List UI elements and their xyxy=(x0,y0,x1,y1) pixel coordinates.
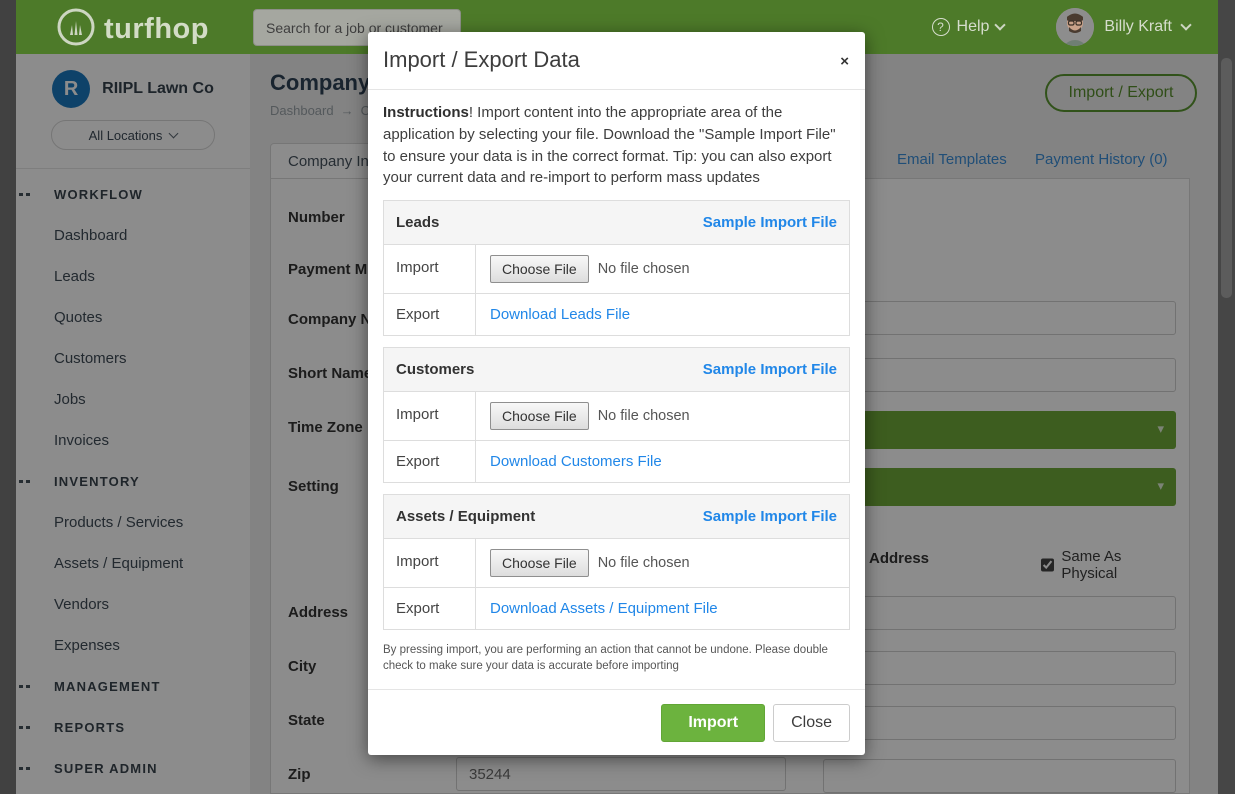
section-name: Leads xyxy=(396,214,439,231)
import-warning-text: By pressing import, you are performing a… xyxy=(383,642,853,674)
avatar xyxy=(1056,8,1094,46)
download-leads-link[interactable]: Download Leads File xyxy=(490,306,630,323)
no-file-chosen-text: No file chosen xyxy=(598,408,690,424)
customers-sample-import-link[interactable]: Sample Import File xyxy=(703,361,837,378)
close-icon[interactable]: × xyxy=(840,54,849,69)
customers-table: Customers Sample Import File Import Choo… xyxy=(383,347,850,483)
help-menu[interactable]: ? Help xyxy=(932,18,1005,36)
help-icon: ? xyxy=(932,18,950,36)
leads-choose-file-button[interactable]: Choose File xyxy=(490,255,589,283)
modal-title: Import / Export Data xyxy=(383,47,580,72)
table-row: Export Download Leads File xyxy=(384,294,849,335)
user-menu[interactable]: Billy Kraft xyxy=(1056,8,1190,46)
no-file-chosen-text: No file chosen xyxy=(598,555,690,571)
table-row: Import Choose File No file chosen xyxy=(384,392,849,441)
assets-sample-import-link[interactable]: Sample Import File xyxy=(703,508,837,525)
modal-body: Instructions! Import content into the ap… xyxy=(368,90,865,674)
import-export-modal: Import / Export Data × Instructions! Imp… xyxy=(368,32,865,755)
section-name: Customers xyxy=(396,361,474,378)
assets-table: Assets / Equipment Sample Import File Im… xyxy=(383,494,850,630)
modal-header: Import / Export Data × xyxy=(368,32,865,90)
download-assets-link[interactable]: Download Assets / Equipment File xyxy=(490,600,718,617)
leads-sample-import-link[interactable]: Sample Import File xyxy=(703,214,837,231)
brand[interactable]: turfhop xyxy=(56,7,209,52)
leads-table: Leads Sample Import File Import Choose F… xyxy=(383,200,850,336)
customers-choose-file-button[interactable]: Choose File xyxy=(490,402,589,430)
help-label: Help xyxy=(957,18,990,36)
no-file-chosen-text: No file chosen xyxy=(598,261,690,277)
user-name: Billy Kraft xyxy=(1104,18,1172,36)
brand-name: turfhop xyxy=(104,13,209,46)
turfhop-logo-icon xyxy=(56,7,96,52)
assets-choose-file-button[interactable]: Choose File xyxy=(490,549,589,577)
table-row: Export Download Customers File xyxy=(384,441,849,482)
instructions-text: Instructions! Import content into the ap… xyxy=(383,102,850,189)
table-row: Export Download Assets / Equipment File xyxy=(384,588,849,629)
table-row: Import Choose File No file chosen xyxy=(384,539,849,588)
chevron-down-icon xyxy=(995,19,1006,30)
modal-footer: Import Close xyxy=(368,689,865,755)
section-name: Assets / Equipment xyxy=(396,508,535,525)
import-button[interactable]: Import xyxy=(661,704,765,742)
chevron-down-icon xyxy=(1180,19,1191,30)
scrollbar-thumb[interactable] xyxy=(1221,58,1232,298)
close-button[interactable]: Close xyxy=(773,704,850,742)
table-row: Import Choose File No file chosen xyxy=(384,245,849,294)
scrollbar-track[interactable] xyxy=(1218,0,1235,794)
download-customers-link[interactable]: Download Customers File xyxy=(490,453,662,470)
